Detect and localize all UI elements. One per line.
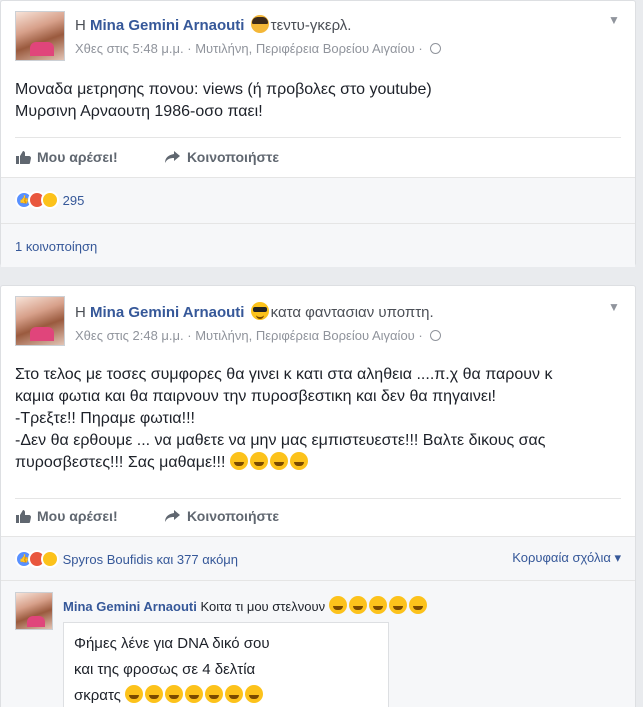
post-header: Η Mina Gemini Arnaouti τεντυ-γκερλ. <box>75 15 351 34</box>
feeling-text: κατα φαντασιαν υποπτη. <box>270 304 434 321</box>
share-button[interactable]: Κοινοποιήστε <box>165 149 279 165</box>
comment-author[interactable]: Mina Gemini Arnaouti <box>63 599 197 614</box>
haha-reaction-icon <box>41 550 59 568</box>
reactors-link[interactable]: Spyros Boufidis και 377 ακόμη <box>63 552 238 567</box>
divider <box>15 137 621 138</box>
sunglasses-face-icon <box>250 302 269 320</box>
post-body: Στο τελος με τοσες συμφορες θα γινει κ κ… <box>15 364 627 477</box>
author-avatar[interactable] <box>15 296 65 346</box>
post-location[interactable]: Μυτιλήνη, Περιφέρεια Βορείου Αιγαίου <box>195 328 415 343</box>
post-meta: Χθες στις 5:48 μ.μ. · Μυτιλήνη, Περιφέρε… <box>75 41 442 56</box>
caret-down-icon: ▾ <box>614 550 621 565</box>
share-count[interactable]: 1 κοινοποίηση <box>15 239 97 254</box>
post-card: Η Mina Gemini Arnaouti τεντυ-γκερλ. Χθες… <box>0 0 636 267</box>
laughing-emoji-icons <box>328 596 429 617</box>
thumbs-up-icon <box>16 151 31 164</box>
thumbs-up-icon <box>16 510 31 523</box>
share-arrow-icon <box>165 510 180 522</box>
share-button[interactable]: Κοινοποιήστε <box>165 508 279 524</box>
like-button[interactable]: Μου αρέσει! <box>15 149 118 165</box>
author-avatar[interactable] <box>15 11 65 61</box>
laughing-emoji-icons <box>125 685 265 707</box>
commenter-avatar[interactable] <box>15 592 53 630</box>
post-header: Η Mina Gemini Arnaouti κατα φαντασιαν υπ… <box>75 302 434 321</box>
top-comments-dropdown[interactable]: Κορυφαία σχόλια ▾ <box>512 550 621 566</box>
chevron-down-icon[interactable]: ▼ <box>607 300 621 314</box>
chevron-down-icon[interactable]: ▼ <box>607 13 621 27</box>
feeling-text: τεντυ-γκερλ. <box>270 17 352 34</box>
globe-icon[interactable] <box>430 43 442 54</box>
haha-reaction-icon <box>41 191 59 209</box>
reaction-summary[interactable]: Spyros Boufidis και 377 ακόμη <box>15 550 238 568</box>
comment-text: Κοιτα τι μου στελνουν <box>200 599 326 614</box>
comment-image[interactable]: Φήμες λένε για DNA δικό σου και της φροσ… <box>63 622 389 707</box>
post-meta: Χθες στις 2:48 μ.μ. · Μυτιλήνη, Περιφέρε… <box>75 328 442 343</box>
author-name[interactable]: Mina Gemini Arnaouti <box>90 17 244 34</box>
reaction-summary[interactable]: 295 <box>15 191 84 209</box>
post-location[interactable]: Μυτιλήνη, Περιφέρεια Βορείου Αιγαίου <box>195 41 415 56</box>
globe-icon[interactable] <box>430 330 442 341</box>
laughing-emoji-icons <box>229 452 310 477</box>
post-body: Μοναδα μετρησης πονου: views (ή προβολες… <box>15 81 432 120</box>
share-arrow-icon <box>165 151 180 163</box>
like-button[interactable]: Μου αρέσει! <box>15 508 118 524</box>
post-time[interactable]: Χθες στις 5:48 μ.μ. <box>75 41 184 56</box>
author-prefix: Η <box>75 17 86 34</box>
author-prefix: Η <box>75 304 86 321</box>
post-time[interactable]: Χθες στις 2:48 μ.μ. <box>75 328 184 343</box>
reaction-count[interactable]: 295 <box>63 193 85 208</box>
author-name[interactable]: Mina Gemini Arnaouti <box>90 304 244 321</box>
post-card: Η Mina Gemini Arnaouti κατα φαντασιαν υπ… <box>0 285 636 707</box>
comment: Mina Gemini Arnaouti Κοιτα τι μου στελνο… <box>63 596 429 617</box>
teddy-face-icon <box>250 15 269 33</box>
